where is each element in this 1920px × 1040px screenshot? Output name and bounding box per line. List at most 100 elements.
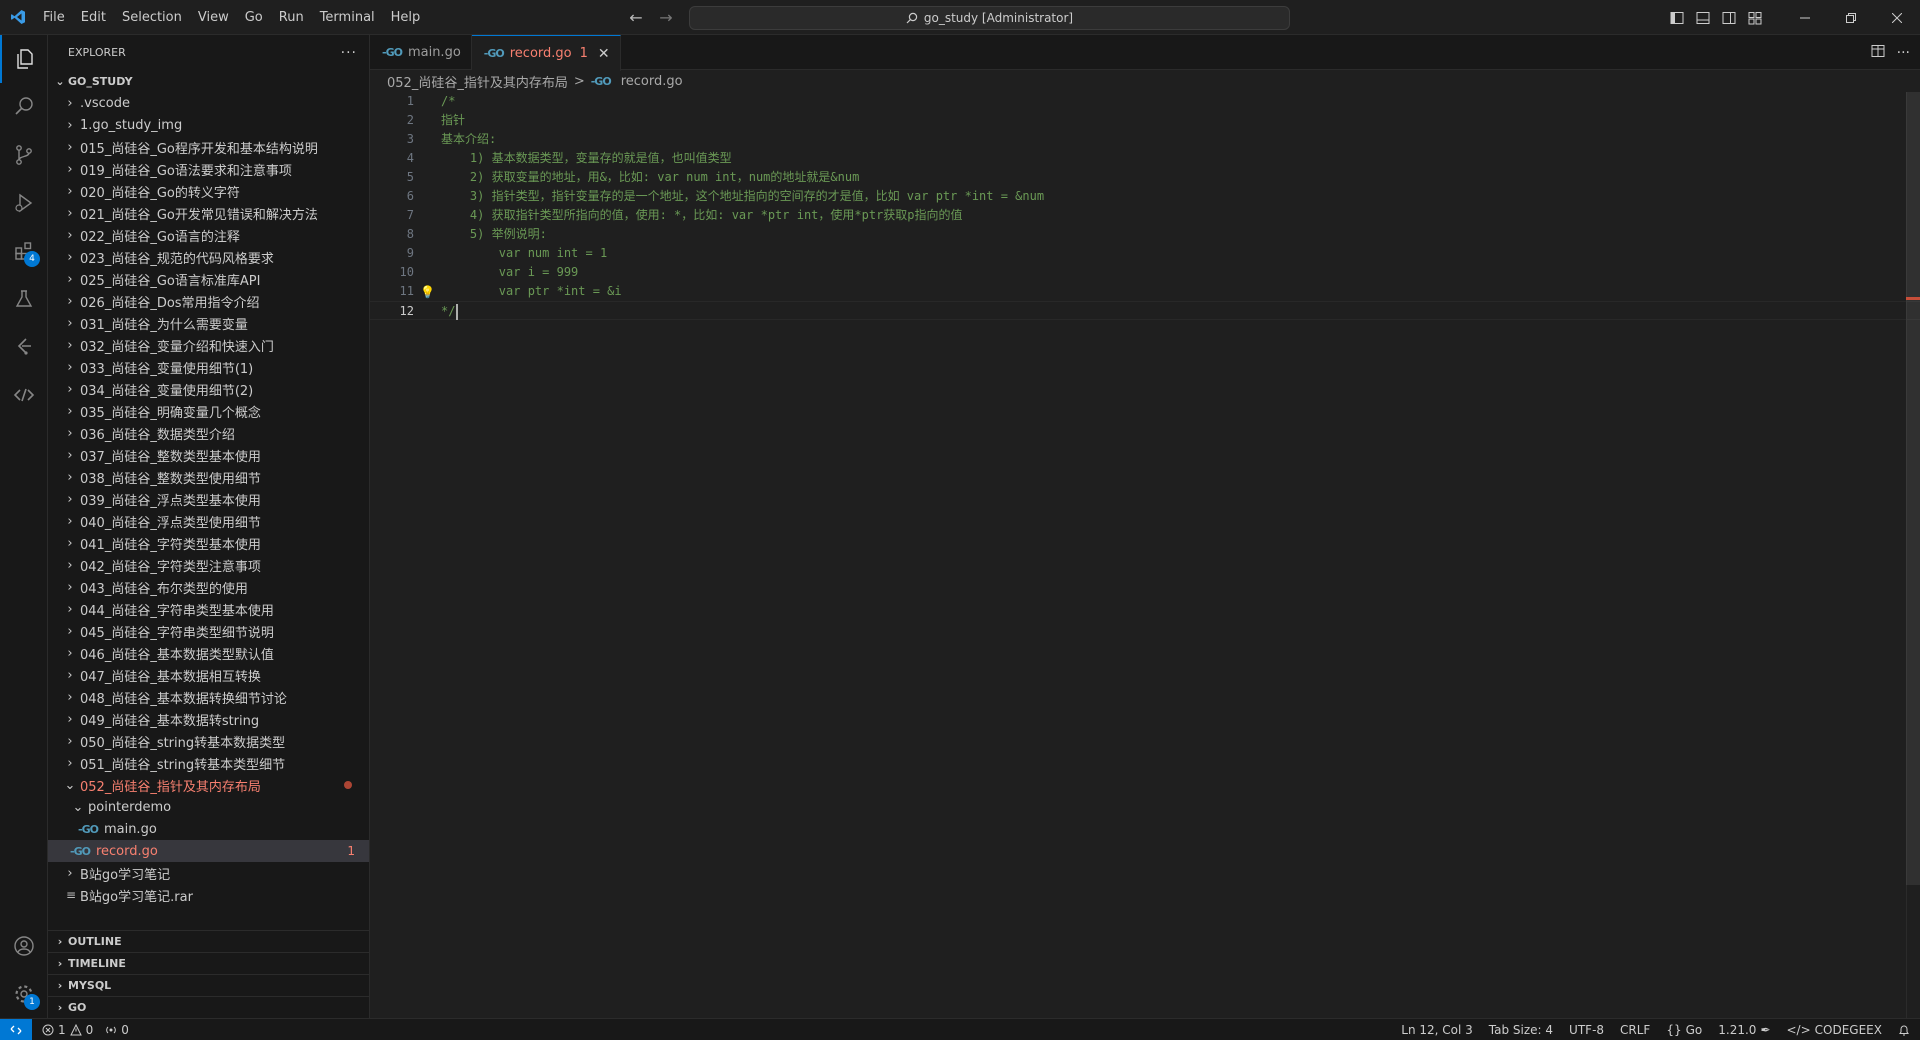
tree-folder[interactable]: › 022_尚硅谷_Go语言的注释 — [48, 224, 369, 246]
minimize-icon[interactable] — [1782, 0, 1828, 35]
notifications-bell-icon[interactable] — [1898, 1024, 1910, 1036]
tree-folder[interactable]: › 034_尚硅谷_变量使用细节(2) — [48, 378, 369, 400]
tree-folder[interactable]: › 041_尚硅谷_字符类型基本使用 — [48, 532, 369, 554]
restore-icon[interactable] — [1828, 0, 1874, 35]
end-of-line[interactable]: CRLF — [1620, 1023, 1650, 1037]
tab-main-go[interactable]: -GO main.go — [370, 35, 472, 70]
tree-folder[interactable]: › 040_尚硅谷_浮点类型使用细节 — [48, 510, 369, 532]
more-actions-icon[interactable]: ··· — [1897, 45, 1910, 61]
tree-folder[interactable]: › 026_尚硅谷_Dos常用指令介绍 — [48, 290, 369, 312]
toggle-secondary-sidebar-icon[interactable] — [1716, 0, 1742, 35]
tree-folder[interactable]: › 1.go_study_img — [48, 114, 369, 136]
tree-folder[interactable]: › 033_尚硅谷_变量使用细节(1) — [48, 356, 369, 378]
explorer-activity[interactable] — [0, 35, 48, 83]
tab-size[interactable]: Tab Size: 4 — [1489, 1023, 1553, 1037]
breadcrumb-folder[interactable]: 052_尚硅谷_指针及其内存布局 — [387, 72, 568, 91]
editor-tabs: -GO main.go -GO record.go 1 ✕ ··· — [370, 35, 1920, 71]
forward-arrow-icon[interactable]: → — [656, 8, 676, 28]
menu-selection[interactable]: Selection — [114, 0, 190, 35]
tree-folder[interactable]: › B站go学习笔记 — [48, 862, 369, 884]
lightbulb-icon[interactable]: 💡 — [420, 283, 435, 302]
line-text: 5) 举例说明: — [441, 227, 547, 241]
tree-folder[interactable]: › 031_尚硅谷_为什么需要变量 — [48, 312, 369, 334]
testing-activity[interactable] — [0, 275, 48, 323]
back-arrow-icon[interactable]: ← — [626, 8, 646, 28]
tree-folder[interactable]: › 036_尚硅谷_数据类型介绍 — [48, 422, 369, 444]
chevron-right-icon: › — [57, 1001, 63, 1014]
split-editor-icon[interactable] — [1871, 44, 1885, 62]
command-center-search[interactable]: go_study [Administrator] — [689, 6, 1290, 30]
tree-file-main[interactable]: -GO main.go — [48, 818, 369, 840]
toggle-panel-icon[interactable] — [1690, 0, 1716, 35]
menu-run[interactable]: Run — [271, 0, 312, 35]
section-mysql[interactable]: › MYSQL — [48, 974, 369, 996]
scrollbar-thumb[interactable] — [1906, 92, 1920, 885]
problems-status[interactable]: 1 0 — [42, 1023, 93, 1037]
tree-folder[interactable]: › 023_尚硅谷_规范的代码风格要求 — [48, 246, 369, 268]
accounts-activity[interactable] — [0, 922, 48, 970]
code-editor[interactable]: 1/* 2 指针 3 基本介绍: 4 1) 基本数据类型，变量存的就是值，也叫值类型 5 2… — [370, 92, 1920, 320]
more-actions-icon[interactable]: ··· — [341, 45, 357, 61]
codegeex-status[interactable]: </> CODEGEEX — [1787, 1023, 1883, 1037]
menu-file[interactable]: File — [35, 0, 73, 35]
tree-folder[interactable]: › .vscode — [48, 92, 369, 114]
tree-folder[interactable]: › 021_尚硅谷_Go开发常见错误和解决方法 — [48, 202, 369, 224]
tree-folder-label: 048_尚硅谷_基本数据转换细节讨论 — [80, 691, 287, 707]
tree-folder[interactable]: › 025_尚硅谷_Go语言标准库API — [48, 268, 369, 290]
close-window-icon[interactable] — [1874, 0, 1920, 35]
manage-activity[interactable]: 1 — [0, 970, 48, 1018]
tree-folder[interactable]: › 042_尚硅谷_字符类型注意事项 — [48, 554, 369, 576]
toggle-primary-sidebar-icon[interactable] — [1664, 0, 1690, 35]
source-control-activity[interactable] — [0, 131, 48, 179]
tree-subfolder[interactable]: ⌄ pointerdemo — [48, 796, 369, 818]
editor-scrollbar[interactable] — [1906, 92, 1920, 1018]
menu-go[interactable]: Go — [237, 0, 271, 35]
line-gutter — [414, 244, 434, 263]
menu-help[interactable]: Help — [383, 0, 429, 35]
go-version[interactable]: 1.21.0 ✒ — [1718, 1023, 1770, 1037]
section-outline[interactable]: › OUTLINE — [48, 930, 369, 952]
section-go[interactable]: › GO — [48, 996, 369, 1018]
section-timeline[interactable]: › TIMELINE — [48, 952, 369, 974]
tree-folder[interactable]: › 044_尚硅谷_字符串类型基本使用 — [48, 598, 369, 620]
remote-indicator[interactable] — [0, 1018, 32, 1040]
tree-folder[interactable]: › 038_尚硅谷_整数类型使用细节 — [48, 466, 369, 488]
tree-folder[interactable]: › 020_尚硅谷_Go的转义字符 — [48, 180, 369, 202]
tree-folder[interactable]: › 049_尚硅谷_基本数据转string — [48, 708, 369, 730]
codegeex-activity[interactable] — [0, 371, 48, 419]
encoding[interactable]: UTF-8 — [1569, 1023, 1604, 1037]
tree-file-record[interactable]: -GO record.go 1 — [48, 840, 369, 862]
close-tab-icon[interactable]: ✕ — [598, 46, 610, 62]
language-mode[interactable]: {} Go — [1666, 1023, 1702, 1037]
breadcrumb-file[interactable]: record.go — [621, 74, 683, 89]
tree-folder[interactable]: › 032_尚硅谷_变量介绍和快速入门 — [48, 334, 369, 356]
tree-folder[interactable]: › 043_尚硅谷_布尔类型的使用 — [48, 576, 369, 598]
tree-folder[interactable]: › 019_尚硅谷_Go语法要求和注意事项 — [48, 158, 369, 180]
tree-folder[interactable]: › 039_尚硅谷_浮点类型基本使用 — [48, 488, 369, 510]
ports-status[interactable]: 0 — [105, 1023, 129, 1037]
menu-view[interactable]: View — [190, 0, 237, 35]
workspace-root[interactable]: ⌄ GO_STUDY — [48, 70, 369, 92]
tree-folder[interactable]: › 015_尚硅谷_Go程序开发和基本结构说明 — [48, 136, 369, 158]
tree-folder[interactable]: › 046_尚硅谷_基本数据类型默认值 — [48, 642, 369, 664]
tree-folder-open[interactable]: ⌄ 052_尚硅谷_指针及其内存布局 — [48, 774, 369, 796]
menu-terminal[interactable]: Terminal — [312, 0, 383, 35]
run-debug-activity[interactable] — [0, 179, 48, 227]
extensions-activity[interactable]: 4 — [0, 227, 48, 275]
search-activity[interactable] — [0, 83, 48, 131]
tree-folder[interactable]: › 045_尚硅谷_字符串类型细节说明 — [48, 620, 369, 642]
tree-folder[interactable]: › 048_尚硅谷_基本数据转换细节讨论 — [48, 686, 369, 708]
tree-folder[interactable]: › 037_尚硅谷_整数类型基本使用 — [48, 444, 369, 466]
tree-folder[interactable]: › 047_尚硅谷_基本数据相互转换 — [48, 664, 369, 686]
tree-folder[interactable]: › 051_尚硅谷_string转基本类型细节 — [48, 752, 369, 774]
menu-edit[interactable]: Edit — [73, 0, 114, 35]
tree-folder-label: 050_尚硅谷_string转基本数据类型 — [80, 735, 286, 751]
tree-folder[interactable]: › 035_尚硅谷_明确变量几个概念 — [48, 400, 369, 422]
tab-record-go[interactable]: -GO record.go 1 ✕ — [471, 35, 621, 71]
cursor-position[interactable]: Ln 12, Col 3 — [1401, 1023, 1473, 1037]
files-icon — [17, 49, 33, 69]
remote-explorer-activity[interactable] — [0, 323, 48, 371]
customize-layout-icon[interactable] — [1742, 0, 1768, 35]
tree-file-rar[interactable]: ≡ B站go学习笔记.rar — [48, 884, 369, 906]
tree-folder[interactable]: › 050_尚硅谷_string转基本数据类型 — [48, 730, 369, 752]
